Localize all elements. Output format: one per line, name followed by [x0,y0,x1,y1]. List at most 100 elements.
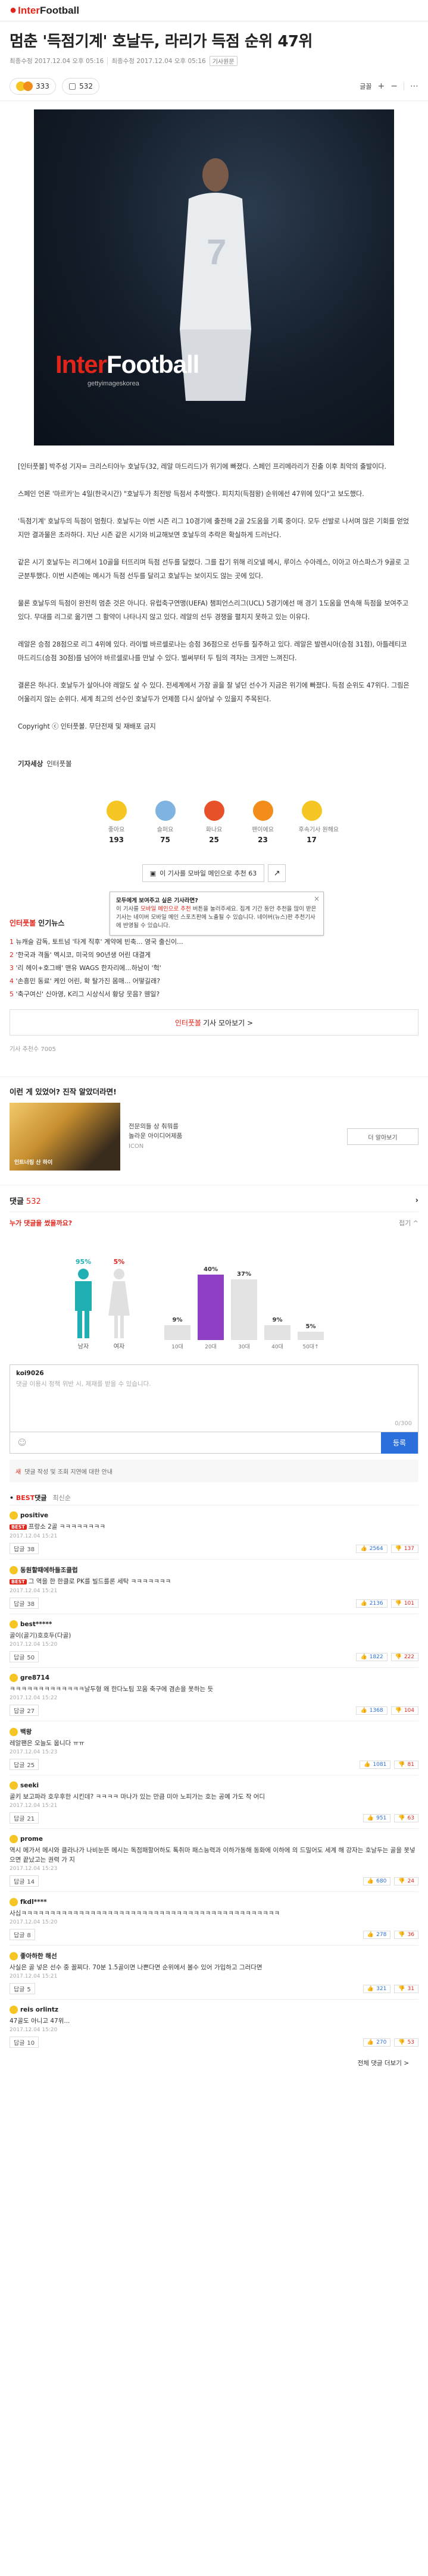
downvote-button[interactable]: 👎 63 [394,1813,418,1822]
share-icon[interactable]: ⋯ [410,81,418,91]
upvote-button[interactable]: 👍 278 [363,1930,391,1939]
comment-bubble-icon: ▢ [68,81,77,91]
sticker-icon[interactable]: ☺ [10,1432,34,1454]
chevron-right-icon[interactable]: › [415,1196,418,1205]
related-item[interactable]: 3 '리 헤이+호그배' 맨유 WAGS 한자리에...하남이 '헉' [10,962,418,975]
stats-fold-button[interactable]: 접기 ^ [399,1218,418,1228]
recommend-main-button[interactable]: ▣ 이 기사를 모바일 메인으로 추천 63 [142,864,265,882]
reaction-sad[interactable]: 슬퍼요 75 [152,801,179,844]
ad-more-button[interactable]: 더 알아보기 [347,1128,418,1145]
upvote-button[interactable]: 👍 270 [363,2038,391,2047]
comment-user[interactable]: 좋아하한 해선 [20,1951,57,1960]
comment-item: best***** 골이(골기)호호두(다골) 2017.12.04 15:20 답글… [10,1614,418,1667]
upvote-button[interactable]: 👍 2564 [356,1544,388,1553]
reply-button[interactable]: 답글 14 [10,1875,39,1887]
related-item[interactable]: 4 '손흥민 동료' 케인 어린, 확 탈가진 몸매... 어떻길래? [10,975,418,988]
share-button[interactable]: ↗ [268,864,286,882]
related-item[interactable]: 5 '축구여신' 신아영, K리그 시상식서 황당 웃음? 웬일? [10,988,418,1001]
reply-button[interactable]: 답글 27 [10,1705,39,1716]
age-bar: 40% 20대 [198,1266,224,1350]
font-button[interactable]: 글꼴 [360,81,371,91]
load-more-comments[interactable]: 전체 댓글 더보기 > [10,2053,418,2067]
like-emoji-icon [106,801,127,821]
body-paragraph: 레알은 승점 28점으로 리그 4위에 있다. 라이벌 바르셀로나는 승점 36… [18,641,407,662]
age-bar: 5% 50대↑ [298,1323,324,1350]
downvote-button[interactable]: 👎 101 [390,1599,418,1608]
original-link[interactable]: 기사원문 [209,56,238,66]
comment-user[interactable]: seeki [20,1782,39,1789]
reply-button[interactable]: 답글 10 [10,2037,39,2048]
upvote-button[interactable]: 👍 680 [363,1877,391,1885]
article-body: [인터풋볼] 박주성 기자= 크리스티아누 호날두(32, 레알 마드리드)가 … [0,445,428,733]
related-item[interactable]: 1 뉴캐슬 감독, 토트넘 '타계 직후' 계약에 빈축... 영국 출신이..… [10,936,418,949]
reply-button[interactable]: 답글 8 [10,1929,35,1940]
downvote-button[interactable]: 👎 81 [394,1760,418,1769]
ad-image[interactable]: 인트너링 산 하이 [10,1103,120,1171]
comment-user[interactable]: 동원할때에하들조클럽 [20,1565,78,1574]
reporter-name[interactable]: 인터풋볼 [46,759,71,768]
font-size-minus-icon[interactable]: − [390,81,398,91]
reply-button[interactable]: 답글 50 [10,1651,39,1662]
comments-section: 댓글532 › 누가 댓글을 썼을까요? 접기 ^ 95% 남자 5% 여자 [0,1185,428,2067]
related-item[interactable]: 2 '한국과 격돌' 멕시코, 미국의 90년생 어린 대결게 [10,949,418,962]
comment-text: BEST 그 역을 한 한클로 PK를 빌드를론 세탁 ㅋㅋㅋㅋㅋㅋㅋ [10,1577,418,1587]
reply-button[interactable]: 답글 38 [10,1543,39,1554]
upvote-button[interactable]: 👍 1081 [360,1760,391,1769]
comment-user[interactable]: fkdl**** [20,1899,47,1906]
comment-count: 532 [79,82,93,90]
age-bar: 37% 30대 [231,1271,257,1350]
comment-user[interactable]: 백왕 [20,1727,32,1736]
downvote-button[interactable]: 👎 137 [390,1544,418,1553]
current-user-id: koi9026 [16,1370,44,1377]
downvote-button[interactable]: 👎 222 [390,1652,418,1661]
male-figure-icon [75,1269,92,1338]
upvote-button[interactable]: 👍 2136 [356,1599,388,1608]
downvote-button[interactable]: 👎 53 [394,2038,418,2047]
comment-item: reis orlintz 47골도 아니고 47위... 2017.12.04 15… [10,1999,418,2053]
divider [107,57,108,65]
comment-input[interactable]: koi9026 댓글 이용시 정책 위반 시, 제재를 받을 수 있습니다. 0… [10,1364,418,1432]
downvote-button[interactable]: 👎 104 [390,1706,418,1715]
site-logo[interactable]: ● Inter Football [10,4,79,17]
comment-date: 2017.12.04 15:21 [10,1533,58,1539]
font-size-plus-icon[interactable]: + [378,81,385,91]
upvote-button[interactable]: 👍 1368 [356,1706,388,1715]
comment-user[interactable]: positive [20,1512,48,1519]
reply-button[interactable]: 답글 25 [10,1759,39,1770]
more-articles-button[interactable]: 인터풋볼 기사 모아보기 > [10,1009,418,1036]
comment-user[interactable]: gre8714 [20,1674,49,1681]
comment-user[interactable]: reis orlintz [20,2006,58,2013]
upvote-button[interactable]: 👍 951 [363,1813,391,1822]
reply-button[interactable]: 답글 21 [10,1812,39,1824]
downvote-button[interactable]: 👎 31 [394,1984,418,1993]
stats-title: 누가 댓글을 썼을까요? [10,1219,73,1227]
comment-count-button[interactable]: ▢ 532 [61,78,100,95]
submit-comment-button[interactable]: 등록 [381,1432,418,1454]
reply-button[interactable]: 답글 5 [10,1983,35,1994]
ad-title: 이런 게 있었어? 진작 알았더라면! [10,1087,117,1096]
downvote-button[interactable]: 👎 24 [394,1877,418,1885]
site-header: ● Inter Football [0,0,428,21]
ad-text[interactable]: 전문의들 상 춰뭐를 놀라운 아이디어제품 ICON [120,1122,347,1151]
comment-user[interactable]: prome [20,1835,43,1843]
downvote-button[interactable]: 👎 36 [394,1930,418,1939]
reaction-like[interactable]: 좋아요 193 [104,801,130,844]
comment-item: 좋아하한 해선 사실은 골 넣은 선수 중 꼴찌다. 70분 1.5골이면 나쁜다… [10,1945,418,1999]
upvote-button[interactable]: 👍 321 [363,1984,391,1993]
upvote-button[interactable]: 👍 1822 [356,1652,388,1661]
recommend-icon: ▣ [149,869,157,877]
reaction-fan[interactable]: 팬이에요 23 [250,801,276,844]
reaction-angry[interactable]: 화나요 25 [201,801,227,844]
tab-latest[interactable]: 최신순 [52,1493,70,1502]
comment-user[interactable]: best***** [20,1621,52,1628]
user-emoji-icon [10,1781,18,1790]
article-date: 최종수정 2017.12.04 오후 05:16 [10,58,104,65]
age-bar-fill [198,1275,224,1340]
reply-button[interactable]: 답글 38 [10,1598,39,1609]
close-icon[interactable]: × [314,895,320,903]
comment-date: 2017.12.04 15:22 [10,1695,58,1701]
reaction-want-followup[interactable]: 후속기사 원해요 17 [299,801,339,844]
tab-best[interactable]: • BEST댓글 [10,1493,46,1502]
comment-notice[interactable]: 새 댓글 작성 및 조회 지연에 대한 안내 [10,1460,418,1482]
reaction-summary-button[interactable]: 333 [10,78,56,95]
